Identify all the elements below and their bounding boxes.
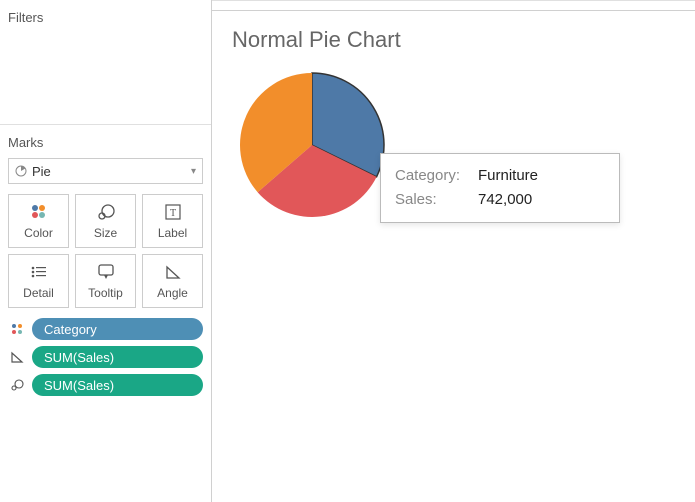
pie-icon (15, 165, 27, 177)
pill-sum-sales-size[interactable]: SUM(Sales) (32, 374, 203, 396)
color-button[interactable]: Color (8, 194, 69, 248)
pill-label: Category (44, 322, 97, 337)
tooltip-label: Tooltip (88, 286, 123, 300)
detail-icon (30, 262, 48, 282)
pill-row[interactable]: Category (8, 318, 203, 340)
pills-list: Category SUM(Sales) (8, 318, 203, 396)
tooltip-value: 742,000 (478, 188, 532, 212)
angle-indicator-icon (8, 351, 26, 363)
marks-grid: Color Size T (8, 194, 203, 308)
tooltip-label: Category: (395, 164, 470, 188)
main-view: Normal Pie Chart Category: Furniture Sal… (212, 0, 695, 502)
color-icon (30, 202, 48, 222)
detail-button[interactable]: Detail (8, 254, 69, 308)
pill-category[interactable]: Category (32, 318, 203, 340)
color-label: Color (24, 226, 53, 240)
label-button[interactable]: T Label (142, 194, 203, 248)
marks-section: Marks Pie ▾ (0, 125, 211, 502)
tooltip-button[interactable]: Tooltip (75, 254, 136, 308)
pill-row[interactable]: SUM(Sales) (8, 374, 203, 396)
chart-title: Normal Pie Chart (232, 27, 675, 53)
size-label: Size (94, 226, 117, 240)
sidebar: Filters Marks Pie ▾ (0, 0, 212, 502)
pill-row[interactable]: SUM(Sales) (8, 346, 203, 368)
tooltip: Category: Furniture Sales: 742,000 (380, 153, 620, 223)
tooltip-icon (97, 262, 115, 282)
size-button[interactable]: Size (75, 194, 136, 248)
detail-label: Detail (23, 286, 54, 300)
marks-type-label: Pie (32, 164, 51, 179)
pill-label: SUM(Sales) (44, 378, 114, 393)
color-indicator-icon (8, 322, 26, 336)
label-label: Label (158, 226, 187, 240)
chart-area: Normal Pie Chart Category: Furniture Sal… (212, 11, 695, 241)
chevron-down-icon: ▾ (191, 166, 196, 177)
marks-title: Marks (8, 135, 203, 150)
pie-chart[interactable]: Category: Furniture Sales: 742,000 (232, 65, 392, 225)
size-icon (96, 202, 116, 222)
pill-label: SUM(Sales) (44, 350, 114, 365)
tooltip-value: Furniture (478, 164, 538, 188)
angle-label: Angle (157, 286, 188, 300)
label-icon: T (164, 202, 182, 222)
filters-section: Filters (0, 0, 211, 125)
svg-text:T: T (169, 208, 175, 219)
filters-title: Filters (8, 10, 203, 25)
angle-button[interactable]: Angle (142, 254, 203, 308)
tooltip-label: Sales: (395, 188, 470, 212)
size-indicator-icon (8, 378, 26, 392)
angle-icon (164, 262, 182, 282)
pill-sum-sales-angle[interactable]: SUM(Sales) (32, 346, 203, 368)
marks-type-dropdown[interactable]: Pie ▾ (8, 158, 203, 184)
